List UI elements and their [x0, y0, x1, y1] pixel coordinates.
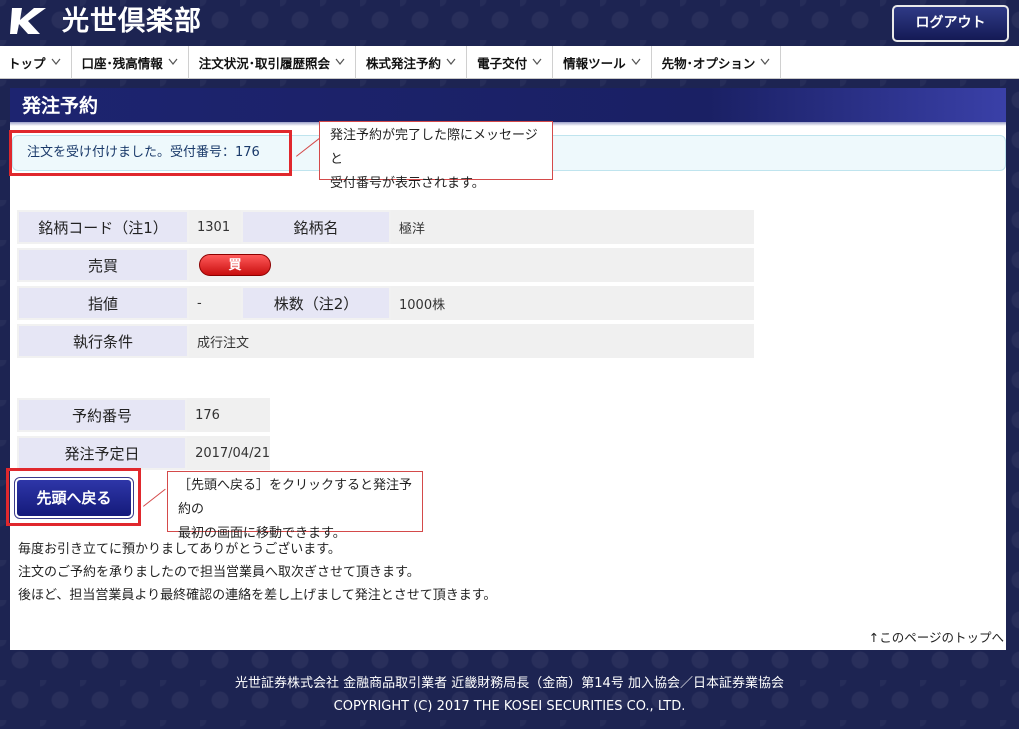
nav-item-order-history[interactable]: 注文状況･取引履歴照会: [189, 45, 357, 79]
nav-item-stock-reservation[interactable]: 株式発注予約: [356, 45, 468, 79]
reservation-no-label: 予約番号: [17, 398, 188, 432]
table-row: 予約番号 176: [17, 398, 270, 432]
note-line: 注文のご予約を承りましたので担当営業員へ取次ぎさせて頂きます。: [18, 565, 420, 580]
callout-line-2: 受付番号が表示されます。: [330, 176, 485, 191]
chevron-down-icon: [335, 58, 345, 65]
price-value: -: [189, 286, 241, 320]
callout-connector: [143, 488, 166, 507]
site-footer: 光世証券株式会社 金融商品取引業者 近畿財務局長（金商）第14号 加入協会／日本…: [0, 672, 1019, 718]
name-label: 銘柄名: [241, 210, 391, 244]
order-date-value: 2017/04/21: [187, 436, 270, 470]
note-line: 後ほど、担当営業員より最終確認の連絡を差し上げまして発注とさせて頂きます。: [18, 588, 497, 603]
note-line: 毎度お引き立てに預かりましてありがとうございます。: [18, 542, 341, 557]
qty-label: 株数（注2）: [241, 286, 391, 320]
nav-item-account[interactable]: 口座･残高情報: [72, 45, 189, 79]
chevron-down-icon: [51, 58, 60, 65]
nav-item-label: 先物･オプション: [661, 55, 756, 71]
k-logo-icon[interactable]: [10, 6, 50, 36]
order-detail-table: 銘柄コード（注1） 1301 銘柄名 極洋 売買 買 指値 - 株数（注2） 1…: [17, 206, 754, 362]
order-date-label: 発注予定日: [17, 436, 188, 470]
nav-item-label: 口座･残高情報: [81, 55, 163, 71]
nav-item-label: 電子交付: [477, 55, 528, 71]
nav-item-top[interactable]: トップ: [0, 45, 72, 79]
message-highlight-box: [9, 130, 292, 176]
code-value: 1301: [189, 210, 241, 244]
condition-label: 執行条件: [17, 324, 189, 358]
main-panel: 発注予約 注文を受け付けました。受付番号：176 発注予約が完了した際にメッセー…: [6, 88, 1006, 650]
chevron-down-icon: [631, 58, 641, 65]
chevron-down-icon: [760, 58, 770, 65]
side-label: 売買: [17, 248, 189, 282]
chevron-down-icon: [446, 58, 456, 65]
nav-item-label: トップ: [8, 55, 46, 71]
callout-line-1: ［先頭へ戻る］をクリックすると発注予約の: [178, 478, 413, 517]
nav-item-e-delivery[interactable]: 電子交付: [467, 45, 554, 79]
brand-name[interactable]: 光世倶楽部: [62, 4, 202, 40]
footer-copyright: COPYRIGHT (C) 2017 THE KOSEI SECURITIES …: [333, 699, 686, 714]
price-label: 指値: [17, 286, 189, 320]
message-callout: 発注予約が完了した際にメッセージと 受付番号が表示されます。: [319, 121, 553, 191]
reservation-no-value: 176: [187, 398, 270, 432]
logout-button[interactable]: ログアウト: [892, 5, 1009, 42]
table-row: 指値 - 株数（注2） 1000株: [17, 286, 754, 320]
nav-item-label: 注文状況･取引履歴照会: [198, 55, 331, 71]
page-title: 発注予約: [10, 88, 1006, 126]
back-callout: ［先頭へ戻る］をクリックすると発注予約の 最初の画面に移動できます。: [167, 471, 423, 541]
site-header: 光世倶楽部 ログアウト: [0, 0, 1019, 46]
back-to-start-button[interactable]: 先頭へ戻る: [14, 477, 134, 519]
code-label: 銘柄コード（注1）: [17, 210, 189, 244]
side-cell: 買: [189, 248, 754, 282]
nav-item-label: 情報ツール: [563, 55, 626, 71]
main-nav: トップ 口座･残高情報 注文状況･取引履歴照会 株式発注予約 電子交付 情報ツー…: [0, 45, 1019, 79]
name-value: 極洋: [391, 210, 754, 244]
nav-item-futures-options[interactable]: 先物･オプション: [652, 45, 782, 79]
callout-line-1: 発注予約が完了した際にメッセージと: [330, 128, 538, 167]
qty-value: 1000株: [391, 286, 754, 320]
table-row: 売買 買: [17, 248, 754, 282]
reservation-table: 予約番号 176 発注予定日 2017/04/21: [17, 394, 270, 474]
condition-value: 成行注文: [189, 324, 754, 358]
notes: 毎度お引き立てに預かりましてありがとうございます。 注文のご予約を承りましたので…: [18, 538, 818, 607]
buy-badge: 買: [199, 254, 271, 276]
table-row: 執行条件 成行注文: [17, 324, 754, 358]
table-row: 銘柄コード（注1） 1301 銘柄名 極洋: [17, 210, 754, 244]
footer-company-info: 光世証券株式会社 金融商品取引業者 近畿財務局長（金商）第14号 加入協会／日本…: [235, 676, 784, 691]
page-top-link[interactable]: ↑このページのトップへ: [869, 627, 1004, 646]
chevron-down-icon: [168, 58, 178, 65]
nav-item-info-tools[interactable]: 情報ツール: [553, 45, 652, 79]
table-row: 発注予定日 2017/04/21: [17, 436, 270, 470]
chevron-down-icon: [532, 58, 542, 65]
nav-item-label: 株式発注予約: [366, 55, 442, 71]
